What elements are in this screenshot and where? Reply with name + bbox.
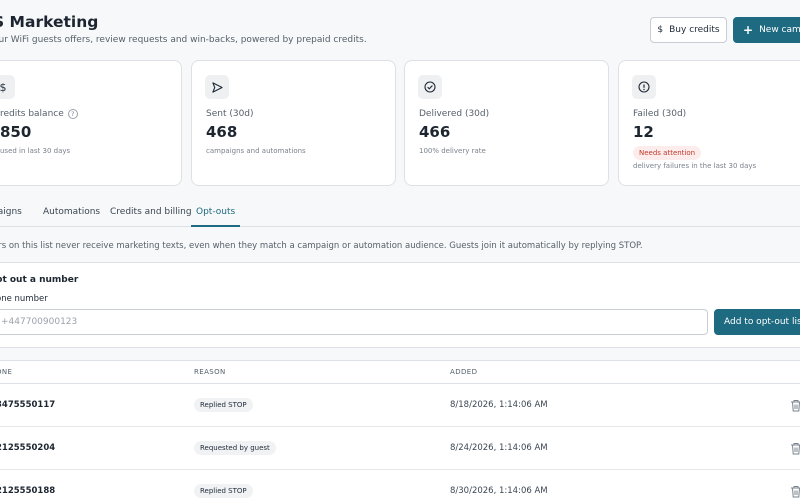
tab-credits-billing[interactable]: Credits and billing	[110, 202, 192, 227]
stat-label: Delivered (30d)	[419, 109, 490, 119]
table-row: 2125550204 Requested by guest 8/24/2026,…	[0, 427, 800, 470]
check-circle-icon	[418, 75, 442, 99]
tab-automations[interactable]: Automations	[43, 202, 100, 227]
row-reason-badge: Requested by guest	[194, 441, 276, 455]
phone-number-label: one number	[0, 294, 48, 304]
opt-out-notice: ers on this list never receive marketing…	[0, 241, 643, 251]
trash-icon[interactable]	[790, 442, 800, 455]
phone-number-input[interactable]	[0, 309, 708, 335]
add-to-opt-out-button[interactable]: Add to opt-out list	[714, 309, 800, 335]
row-phone: 3475550117	[0, 400, 56, 410]
tab-campaigns[interactable]: paigns	[0, 202, 22, 227]
stat-label: Failed (30d)	[633, 109, 687, 119]
stat-sub: delivery failures in the last 30 days	[633, 162, 757, 170]
column-reason: REASON	[194, 368, 226, 376]
stat-card-sent: Sent (30d) 468 campaigns and automations	[191, 60, 396, 186]
stat-value: 466	[419, 123, 451, 141]
opt-out-form: pt out a number one number Add to opt-ou…	[0, 262, 800, 348]
stat-label: redits balance	[0, 109, 64, 119]
trash-icon[interactable]	[790, 485, 800, 498]
plus-icon: +	[743, 23, 754, 37]
row-reason-badge: Replied STOP	[194, 484, 253, 498]
stat-sub: campaigns and automations	[206, 147, 306, 155]
stat-sub: 100% delivery rate	[419, 147, 486, 155]
row-added: 8/30/2026, 1:14:06 AM	[450, 486, 548, 496]
table-header: ONE REASON ADDED	[0, 361, 800, 384]
stat-value: 12	[633, 123, 654, 141]
page-subtitle: our WiFi guests offers, review requests …	[0, 35, 367, 45]
stat-card-delivered: Delivered (30d) 466 100% delivery rate	[404, 60, 609, 186]
table-row: 3475550117 Replied STOP 8/18/2026, 1:14:…	[0, 384, 800, 427]
stat-value: 850	[0, 123, 32, 141]
alert-circle-icon	[632, 75, 656, 99]
help-icon[interactable]: ?	[67, 109, 78, 119]
opt-out-table: ONE REASON ADDED 3475550117 Replied STOP…	[0, 360, 800, 500]
tab-bar: paigns Automations Credits and billing O…	[0, 202, 800, 227]
page-title: S Marketing	[0, 13, 99, 31]
form-title: pt out a number	[0, 275, 79, 285]
needs-attention-badge: Needs attention	[633, 146, 702, 160]
stat-value: 468	[206, 123, 238, 141]
new-campaign-label: New campa	[759, 25, 800, 35]
row-phone: 2125550188	[0, 486, 56, 496]
trash-icon[interactable]	[790, 399, 800, 412]
buy-credits-button[interactable]: $ Buy credits	[650, 17, 727, 43]
tab-opt-outs[interactable]: Opt-outs	[191, 202, 241, 227]
dollar-icon: $	[657, 25, 664, 35]
send-icon	[205, 75, 229, 99]
stat-sub: used in last 30 days	[0, 147, 71, 155]
row-phone: 2125550204	[0, 443, 56, 453]
buy-credits-label: Buy credits	[669, 25, 720, 35]
row-added: 8/24/2026, 1:14:06 AM	[450, 443, 548, 453]
column-phone: ONE	[0, 368, 13, 376]
stat-label: Sent (30d)	[206, 109, 254, 119]
dollar-icon: $	[0, 75, 15, 99]
new-campaign-button[interactable]: + New campa	[733, 17, 800, 43]
column-added: ADDED	[450, 368, 478, 376]
stat-card-failed: Failed (30d) 12 Needs attention delivery…	[618, 60, 800, 186]
row-added: 8/18/2026, 1:14:06 AM	[450, 400, 548, 410]
stat-card-credits: $ redits balance ? 850 used in last 30 d…	[0, 60, 182, 186]
table-row: 2125550188 Replied STOP 8/30/2026, 1:14:…	[0, 470, 800, 500]
row-reason-badge: Replied STOP	[194, 398, 253, 412]
